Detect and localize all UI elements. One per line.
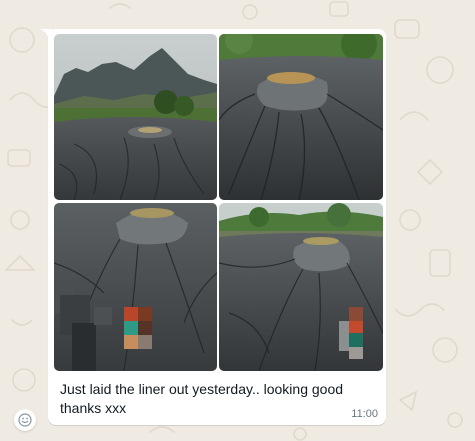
media-photo-3[interactable]: [54, 203, 217, 371]
message-caption: Just laid the liner out yesterday.. look…: [60, 381, 344, 416]
message-bubble[interactable]: Just laid the liner out yesterday.. look…: [48, 29, 386, 425]
media-photo-1[interactable]: [54, 34, 217, 200]
reaction-smiley-icon[interactable]: [14, 409, 36, 431]
message-timestamp: 11:00: [351, 408, 378, 420]
media-photo-2[interactable]: [219, 34, 383, 200]
media-photo-4[interactable]: [219, 203, 383, 371]
